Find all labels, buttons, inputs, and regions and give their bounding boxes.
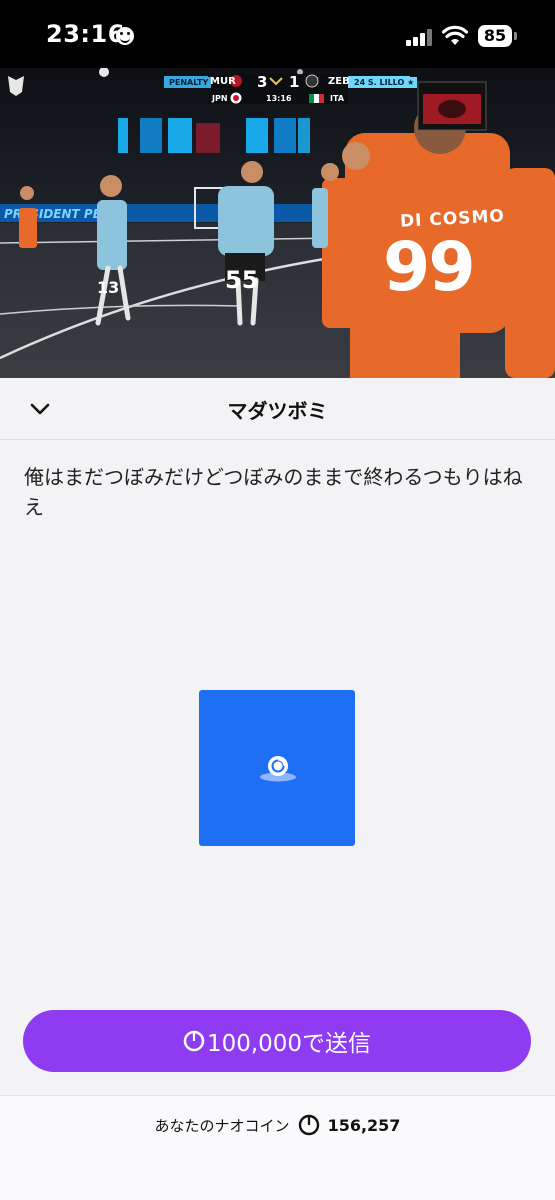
video-player[interactable]: PRESIDENT PE PENALTY MUR JPN 3 1 13:16 Z…: [0, 68, 555, 378]
send-button[interactable]: 100,000で送信: [23, 1010, 531, 1072]
scoreboard-away-team: ZEB: [328, 76, 350, 87]
balance-label: あなたのナオコイン: [154, 1116, 290, 1135]
focus-mode-icon: [116, 27, 134, 45]
send-button-label: 100,000で送信: [206, 1031, 372, 1057]
coin-icon: [183, 1030, 205, 1052]
status-bar: 23:16 85: [0, 0, 555, 68]
message-text: 俺はまだつぼみだけどつぼみのままで終わるつもりはねえ: [24, 465, 523, 519]
scoreboard-clock: 13:16: [266, 94, 292, 103]
wifi-icon: [442, 25, 468, 45]
svg-text:PRESIDENT PE: PRESIDENT PE: [4, 207, 102, 221]
jersey-number: 99: [383, 228, 476, 307]
status-time: 23:16: [46, 20, 125, 48]
jersey-number-2: 55: [225, 266, 259, 294]
jersey-number-3: 13: [97, 278, 120, 297]
scoreboard-home-score: 3: [257, 73, 268, 91]
item-card[interactable]: [199, 690, 355, 846]
scoreboard-away-country: ITA: [330, 94, 345, 103]
battery-indicator: 85: [478, 25, 517, 47]
balance-footer: あなたのナオコイン 156,257: [0, 1095, 555, 1200]
coin-drop-icon: [260, 756, 296, 782]
cellular-signal-icon: [406, 28, 434, 46]
scoreboard-label: PENALTY: [166, 77, 212, 88]
scoreboard-away-score: 1: [289, 73, 300, 91]
page-title: マダツボミ: [227, 399, 328, 423]
scoreboard-home-country: JPN: [212, 94, 228, 103]
sheet-header: マダツボミ: [0, 378, 555, 440]
coin-icon: [298, 1114, 319, 1136]
balance-amount: 156,257: [327, 1115, 401, 1135]
scoreboard-home-team: MUR: [210, 76, 236, 87]
scoreboard-player-tag: 24 S. LILLO ★: [351, 77, 418, 88]
